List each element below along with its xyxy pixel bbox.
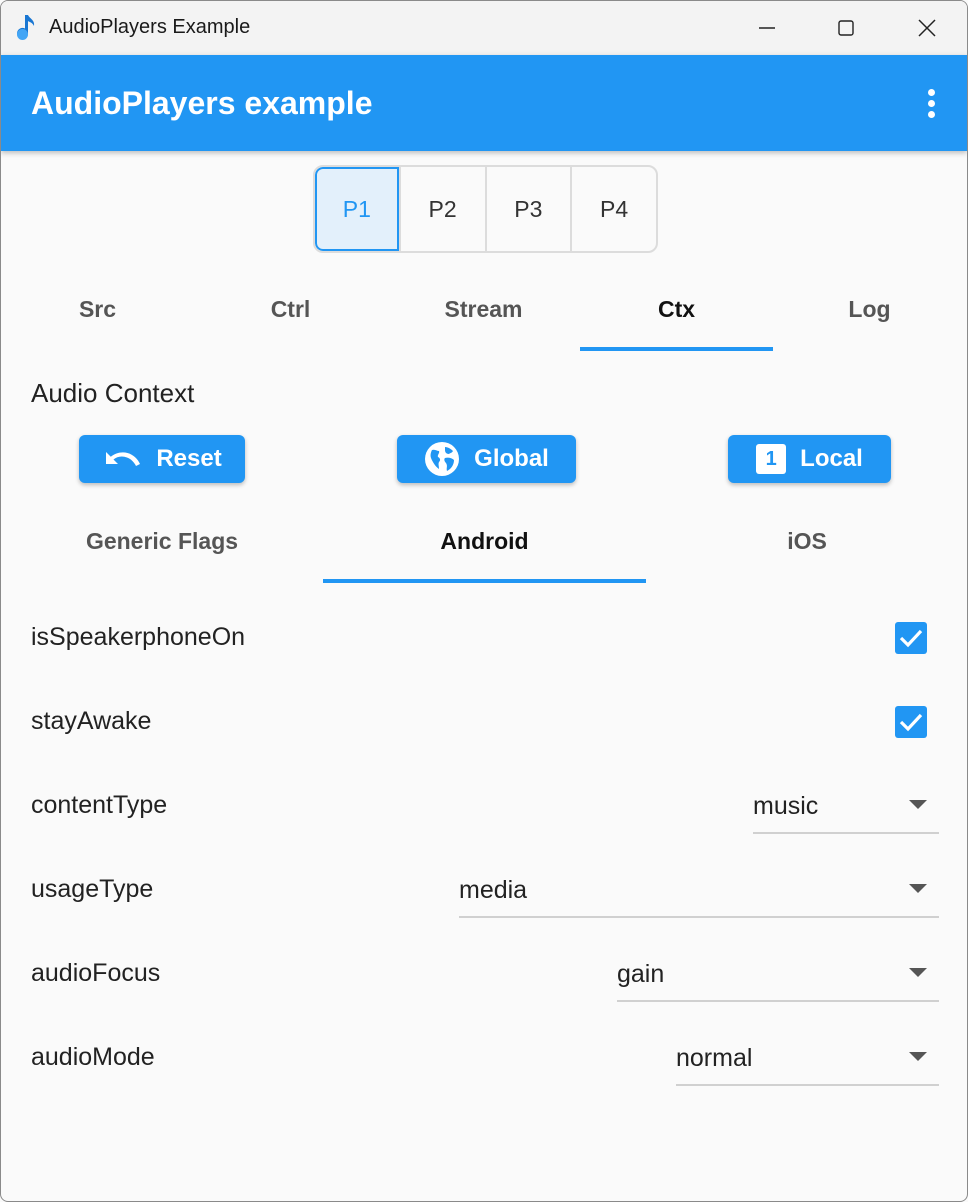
minimize-icon: [759, 27, 775, 29]
usage-type-dropdown[interactable]: media: [459, 870, 939, 918]
speakerphone-label: isSpeakerphoneOn: [31, 623, 246, 651]
tab-ios[interactable]: iOS: [646, 499, 967, 583]
more-vert-icon-dot: [927, 110, 935, 118]
check-icon: [899, 629, 923, 648]
global-button[interactable]: Global: [397, 435, 576, 483]
close-icon: [918, 19, 936, 37]
app-window: AudioPlayers Example AudioPlayers exampl…: [0, 0, 968, 1202]
tab-ctrl[interactable]: Ctrl: [194, 267, 387, 351]
player-selector: P1 P2 P3 P4: [313, 165, 658, 253]
local-button-label: Local: [800, 445, 863, 472]
tab-ctx[interactable]: Ctx: [580, 267, 773, 351]
usage-type-value: media: [459, 876, 528, 904]
tab-stream[interactable]: Stream: [387, 267, 580, 351]
window-title: AudioPlayers Example: [49, 16, 251, 38]
music-note-icon: [17, 15, 35, 40]
dropdown-arrow-icon: [909, 1052, 927, 1061]
audio-focus-label: audioFocus: [31, 959, 161, 987]
player-p3-button[interactable]: P3: [484, 167, 571, 251]
window-titlebar: AudioPlayers Example: [1, 1, 967, 55]
maximize-icon: [838, 20, 854, 36]
speakerphone-checkbox[interactable]: [895, 622, 927, 654]
minimize-button[interactable]: [727, 1, 807, 55]
reset-button[interactable]: Reset: [79, 435, 245, 483]
reset-button-label: Reset: [156, 445, 222, 472]
audio-mode-label: audioMode: [31, 1043, 155, 1071]
dropdown-arrow-icon: [909, 884, 927, 893]
main-tab-bar: Src Ctrl Stream Ctx Log: [1, 267, 967, 351]
audio-mode-value: normal: [676, 1044, 753, 1072]
tab-android[interactable]: Android: [323, 499, 646, 583]
tab-src[interactable]: Src: [1, 267, 194, 351]
audio-focus-dropdown[interactable]: gain: [617, 954, 939, 1002]
audio-focus-value: gain: [617, 960, 665, 988]
close-button[interactable]: [887, 1, 967, 55]
player-p1-button[interactable]: P1: [315, 167, 399, 251]
platform-tab-bar: Generic Flags Android iOS: [1, 499, 967, 583]
more-vert-icon-dot: [927, 99, 935, 107]
globe-icon: [425, 442, 460, 476]
global-button-label: Global: [474, 445, 549, 472]
player-p2-button[interactable]: P2: [398, 167, 485, 251]
dropdown-arrow-icon: [909, 800, 927, 809]
dropdown-arrow-icon: [909, 968, 927, 977]
more-options-button[interactable]: [911, 83, 951, 123]
content-type-dropdown[interactable]: music: [753, 786, 939, 834]
content-type-label: contentType: [31, 791, 168, 819]
tab-generic-flags[interactable]: Generic Flags: [1, 499, 323, 583]
app-bar-title: AudioPlayers example: [31, 85, 373, 121]
content-type-value: music: [753, 792, 819, 820]
app-bar: AudioPlayers example: [1, 55, 967, 151]
usage-type-label: usageType: [31, 875, 154, 903]
check-icon: [899, 713, 923, 732]
section-title: Audio Context: [31, 378, 195, 408]
looks-one-icon: 1: [756, 444, 787, 474]
player-p4-button[interactable]: P4: [570, 167, 656, 251]
local-button[interactable]: 1 Local: [728, 435, 891, 483]
stay-awake-label: stayAwake: [31, 707, 152, 735]
undo-icon: [106, 452, 141, 466]
maximize-button[interactable]: [806, 1, 886, 55]
tab-log[interactable]: Log: [773, 267, 966, 351]
stay-awake-checkbox[interactable]: [895, 706, 927, 738]
audio-mode-dropdown[interactable]: normal: [676, 1038, 939, 1086]
more-vert-icon-dot: [927, 88, 935, 96]
